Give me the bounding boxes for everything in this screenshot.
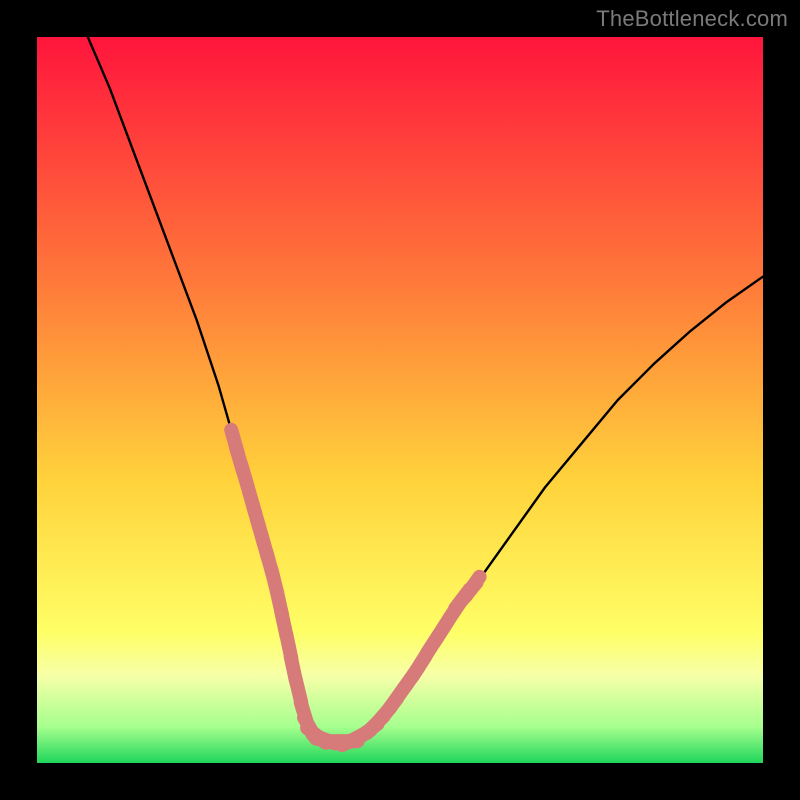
plot-background — [37, 37, 763, 763]
bottleneck-chart — [0, 0, 800, 800]
watermark-text: TheBottleneck.com — [596, 6, 788, 32]
